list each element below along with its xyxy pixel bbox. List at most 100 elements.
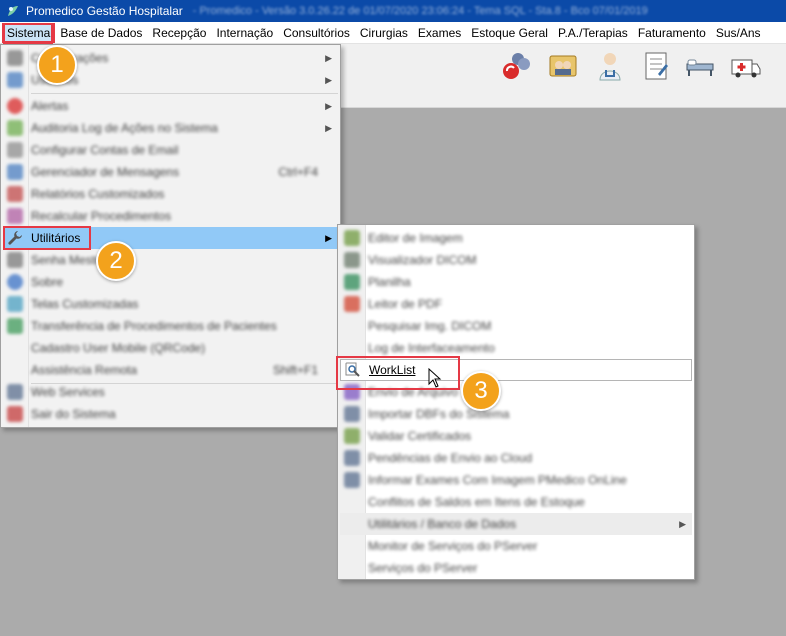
dicom-viewer-icon [344,252,360,268]
menu-item-label: Conflitos de Saldos em Itens de Estoque [368,495,585,509]
menu-item-sair[interactable]: Sair do Sistema [3,403,338,425]
menu-item-informar-exames[interactable]: Informar Exames Com Imagem PMedico OnLin… [340,469,692,491]
menu-item-alertas[interactable]: Alertas ▶ [3,95,338,117]
message-icon [7,164,23,180]
menu-item-pesquisar-dicom[interactable]: Pesquisar Img. DICOM [340,315,692,337]
menu-item-label: Telas Customizadas [31,297,139,311]
remote-help-icon [7,362,23,378]
menu-item-label: Relatórios Customizados [31,187,165,201]
menu-item-shortcut: Shift+F1 [272,363,318,377]
submenu-arrow-icon: ▶ [325,122,332,133]
menu-base-de-dados[interactable]: Base de Dados [55,23,147,43]
menu-item-recalcular[interactable]: Recalcular Procedimentos [3,205,338,227]
submenu-arrow-icon: ▶ [325,74,332,85]
menu-item-label: Informar Exames Com Imagem PMedico OnLin… [368,473,627,487]
menu-item-conflitos-saldos[interactable]: Conflitos de Saldos em Itens de Estoque [340,491,692,513]
menu-item-label: Pesquisar Img. DICOM [368,319,492,333]
menu-item-label: Leitor de PDF [368,297,443,311]
menu-item-auditoria[interactable]: Auditoria Log de Ações no Sistema ▶ [3,117,338,139]
certificate-icon [344,428,360,444]
menu-item-label: Configurações [31,51,338,65]
exam-upload-icon [344,472,360,488]
menu-item-envio-arquivo[interactable]: Envio de Arquivo [340,381,692,403]
menu-item-senha-mestre[interactable]: Senha Mestre [3,249,338,271]
stock-conflict-icon [344,494,360,510]
menu-recepcao[interactable]: Recepção [147,23,211,43]
menu-item-contas-email[interactable]: Configurar Contas de Email [3,139,338,161]
pdf-icon [344,296,360,312]
menu-internacao[interactable]: Internação [211,23,278,43]
mouse-pointer-icon [428,368,442,388]
step-badge-2: 2 [96,241,136,281]
transfer-icon [7,318,23,334]
menu-item-label: Utilitários / Banco de Dados [368,517,517,531]
menu-item-label: Utilitários [31,231,81,245]
menu-pa-terapias[interactable]: P.A./Terapias [553,23,633,43]
menu-item-pendencias-cloud[interactable]: Pendências de Envio ao Cloud [340,447,692,469]
menu-item-worklist[interactable]: WorkList [340,359,692,381]
menu-item-monitor-pserver[interactable]: Monitor de Serviços do PServer [340,535,692,557]
menu-item-leitor-pdf[interactable]: Leitor de PDF [340,293,692,315]
submenu-arrow-icon: ▶ [679,518,686,529]
spreadsheet-icon [344,274,360,290]
menu-item-label: Usuários [31,73,338,87]
menu-item-label: Senha Mestre [31,253,106,267]
menu-item-importar-dbfs[interactable]: Importar DBFs do Sistema [340,403,692,425]
web-services-icon [7,384,23,400]
menu-item-relatorios[interactable]: Relatórios Customizados [3,183,338,205]
submenu-arrow-icon: ▶ [325,52,332,63]
menu-item-servicos-pserver[interactable]: Serviços do PServer [340,557,692,579]
magnifier-icon [345,362,360,377]
menu-cirurgias[interactable]: Cirurgias [355,23,413,43]
key-icon [7,252,23,268]
menu-item-label: Sobre [31,275,64,289]
menu-item-log-interfaceamento[interactable]: Log de Interfaceamento [340,337,692,359]
window-title: Promedico Gestão Hospitalar [26,4,183,18]
menu-item-utilitarios[interactable]: Utilitários ▶ [3,227,338,249]
menu-sistema[interactable]: Sistema [2,22,56,43]
gear-icon [7,50,23,66]
menu-item-label: Cadastro User Mobile (QRCode) [31,341,206,355]
info-icon [7,274,23,290]
menu-exames[interactable]: Exames [413,23,466,43]
report-icon [7,186,23,202]
menu-consultorios[interactable]: Consultórios [278,23,355,43]
users-sync-icon[interactable] [500,50,532,82]
submenu-arrow-icon: ▶ [325,100,332,111]
menu-item-editor-imagem[interactable]: Editor de Imagem [340,227,692,249]
menu-item-banco-dados[interactable]: Utilitários / Banco de Dados ▶ [340,513,692,535]
menu-item-user-mobile[interactable]: Cadastro User Mobile (QRCode) [3,337,338,359]
menu-faturamento[interactable]: Faturamento [633,23,711,43]
step-badge-1: 1 [37,45,77,85]
menu-item-label: Validar Certificados [368,429,472,443]
hospital-bed-icon[interactable] [684,50,716,82]
menu-item-sobre[interactable]: Sobre [3,271,338,293]
menu-item-telas-customizadas[interactable]: Telas Customizadas [3,293,338,315]
group-photo-icon[interactable] [547,50,579,82]
menu-sus-ans[interactable]: Sus/Ans [711,23,766,43]
screens-icon [7,296,23,312]
email-icon [7,142,23,158]
users-icon [7,72,23,88]
menu-item-label: WorkList [369,363,416,377]
audit-log-icon [7,120,23,136]
menu-item-visualizador-dicom[interactable]: Visualizador DICOM [340,249,692,271]
menu-item-label: Transferência de Procedimentos de Pacien… [31,319,277,333]
menu-item-web-services[interactable]: Web Services [3,381,338,403]
menu-item-planilha[interactable]: Planilha [340,271,692,293]
doctor-icon[interactable] [594,50,626,82]
menu-item-validar-certificados[interactable]: Validar Certificados [340,425,692,447]
app-logo-icon [8,6,18,16]
menu-item-assistencia-remota[interactable]: Assistência Remota Shift+F1 [3,359,338,381]
menu-item-label: Monitor de Serviços do PServer [368,539,538,553]
ambulance-icon[interactable] [730,50,762,82]
menu-item-label: Pendências de Envio ao Cloud [368,451,533,465]
menu-separator [31,93,338,94]
menu-item-gerenciador-mensagens[interactable]: Gerenciador de Mensagens Ctrl+F4 [3,161,338,183]
menu-estoque-geral[interactable]: Estoque Geral [466,23,553,43]
menu-item-label: Web Services [31,385,105,399]
utilitarios-submenu: Editor de Imagem Visualizador DICOM Plan… [337,224,695,580]
menu-item-label: Envio de Arquivo [368,385,459,399]
menu-item-transferencia[interactable]: Transferência de Procedimentos de Pacien… [3,315,338,337]
checklist-icon[interactable] [640,50,672,82]
